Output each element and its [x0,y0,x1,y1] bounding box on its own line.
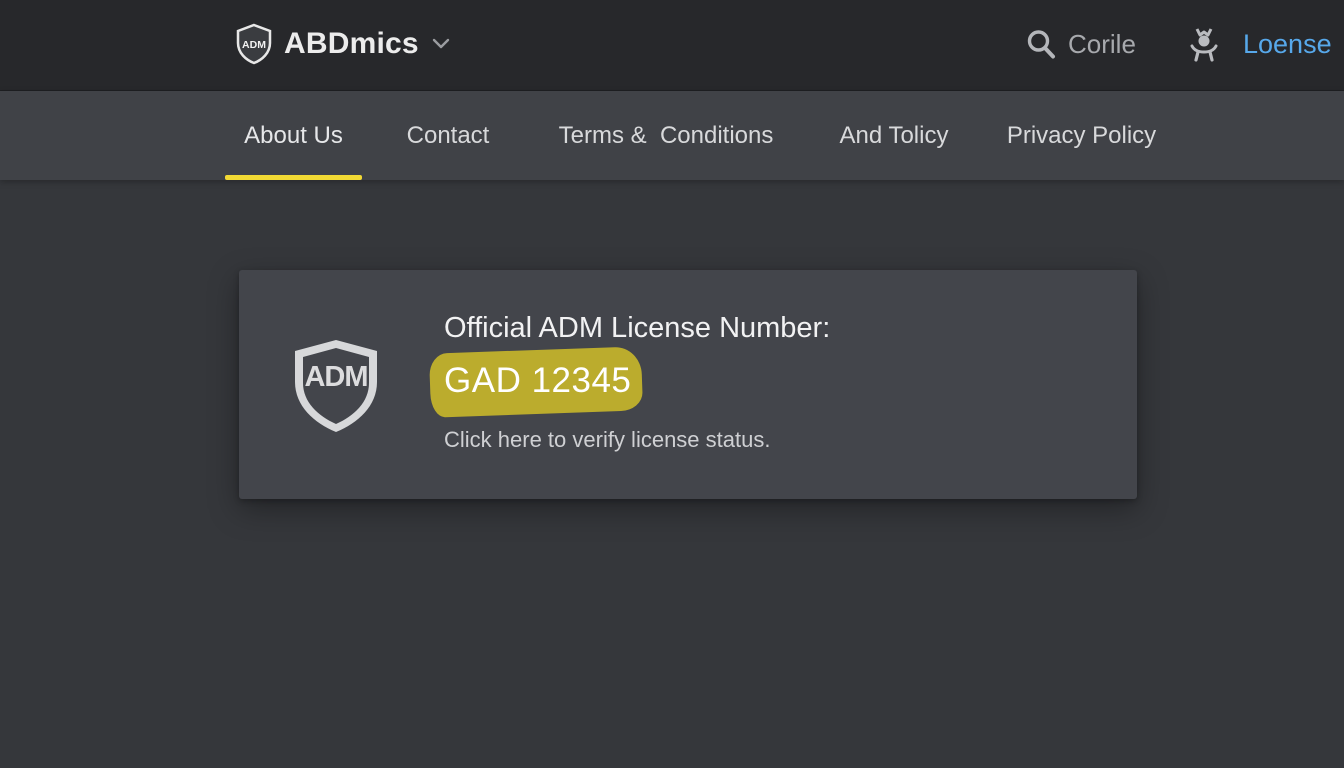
search-icon [1027,30,1055,59]
card-logo-text: ADM [304,361,367,393]
search-box[interactable]: Corile [1026,26,1136,62]
license-card: ADM Official ADM License Number: GAD 123… [239,270,1137,499]
license-title: Official ADM License Number: [444,312,831,344]
active-tab-indicator [225,175,362,180]
brand-name: ABDmics [284,27,419,60]
main-nav: About Us Contact Terms & Conditions And … [0,91,1344,180]
nav-and-tolicy[interactable]: And Tolicy [829,91,959,180]
nav-privacy-policy[interactable]: Privacy Policy [998,91,1165,180]
search-input[interactable]: Corile [1068,29,1136,60]
nav-contact[interactable]: Contact [393,91,503,180]
user-menu[interactable]: Loense [1188,24,1332,64]
brand-logo-text: ADM [242,39,266,51]
shield-logo-icon: ADM [236,23,272,65]
user-icon [1190,28,1218,62]
verify-license-link[interactable]: Click here to verify license status. [444,427,770,453]
license-number: GAD 12345 [444,361,632,400]
nav-terms-conditions[interactable]: Terms & Conditions [544,91,788,180]
shield-logo-icon: ADM [295,340,377,432]
brand-menu[interactable]: ADM ABDmics [234,23,451,65]
user-link[interactable]: Loense [1243,29,1332,60]
chevron-down-icon [432,38,449,49]
nav-about-us[interactable]: About Us [225,91,362,180]
top-bar: ADM ABDmics Corile Loense [0,0,1344,91]
